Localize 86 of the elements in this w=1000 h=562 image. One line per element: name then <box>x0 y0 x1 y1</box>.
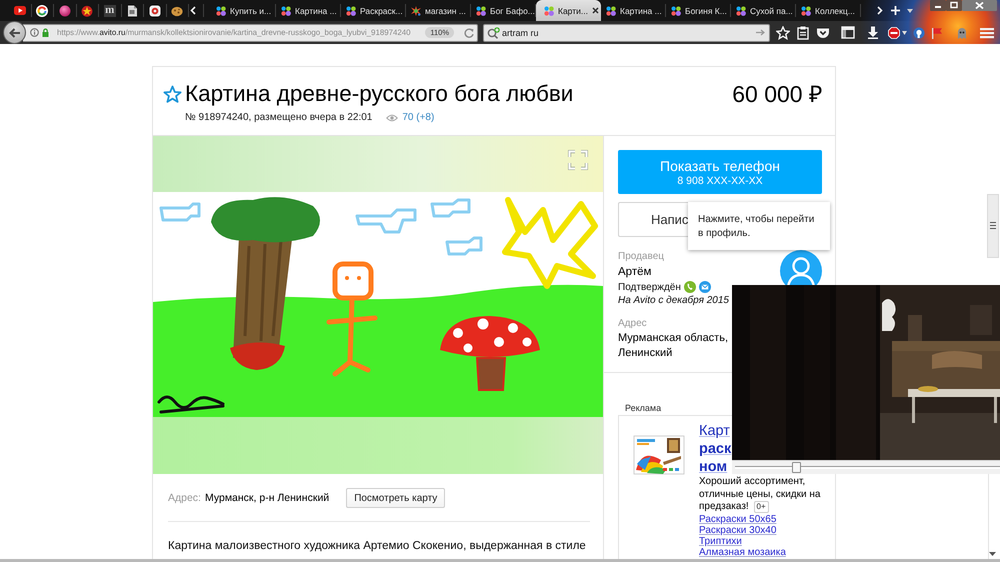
emblem-icon[interactable] <box>81 4 94 16</box>
dots-icon <box>606 6 616 16</box>
cookie-icon[interactable] <box>171 4 184 16</box>
tile-icon[interactable] <box>148 4 161 16</box>
panel-icon[interactable] <box>841 26 855 39</box>
avatar-icon[interactable] <box>780 250 822 285</box>
browser-tab[interactable]: магазин ... <box>406 0 471 21</box>
pocket-icon[interactable] <box>816 26 830 40</box>
ad-link[interactable]: Алмазная мозаика <box>699 547 786 558</box>
price: 60 000 ₽ <box>732 80 822 108</box>
page-icon[interactable] <box>126 4 138 16</box>
verified-text: Подтверждён <box>618 282 681 292</box>
dots-icon <box>544 6 554 16</box>
search-icon <box>487 26 500 38</box>
browser-tab[interactable]: Раскраск... <box>341 0 406 21</box>
description-text: Картина малоизвестного художника Артемио Скокенио, выдержанная в стиле <box>168 539 586 553</box>
seller-name[interactable]: Артём <box>618 264 652 280</box>
seller-address-line: Ленинский <box>618 346 672 361</box>
dots-icon <box>671 6 681 16</box>
dots-icon <box>346 6 356 16</box>
tooltip: Нажмите, чтобы перейти в профиль. <box>688 202 830 250</box>
listing-meta: № 918974240, размещено вчера в 22:01 <box>185 111 372 124</box>
ad-text: Хороший ассортимент, отличные цены, скидки на предзаказ! 0+ <box>699 476 822 514</box>
browser-tab[interactable]: Сухой па... <box>731 0 796 21</box>
keyhole-icon[interactable] <box>913 26 925 38</box>
mail-icon <box>698 281 711 293</box>
dots-icon <box>281 6 291 16</box>
close-icon[interactable] <box>592 7 599 14</box>
seller-label: Продавец <box>618 250 664 264</box>
flag-icon[interactable] <box>931 26 943 38</box>
slider-thumb[interactable] <box>792 462 801 473</box>
stop-sign-icon[interactable] <box>888 26 900 38</box>
caret-down-icon[interactable] <box>907 8 913 12</box>
eye-icon <box>386 114 398 122</box>
star-icon[interactable] <box>163 84 182 104</box>
burst-icon <box>411 6 421 16</box>
dots-icon <box>216 6 226 16</box>
play-icon[interactable] <box>14 6 26 15</box>
address-label: Адрес: <box>168 492 201 504</box>
ad-link[interactable]: Раскраски 50х65 <box>699 514 776 525</box>
seller-address-label: Адрес <box>618 317 647 331</box>
chevron-left-icon[interactable] <box>190 6 196 15</box>
views-link[interactable]: 70 (+8) <box>402 111 434 124</box>
maximize-icon[interactable] <box>946 0 962 11</box>
seller-address-line: Мурманская область, <box>618 331 728 346</box>
plus-icon[interactable] <box>891 6 900 15</box>
browser-tab[interactable]: Купить и... <box>211 0 276 21</box>
search-field[interactable]: artram ru <box>483 24 770 42</box>
dots-icon <box>801 6 811 16</box>
info-icon[interactable] <box>30 28 39 37</box>
ghost-icon[interactable] <box>957 26 967 38</box>
listing-title: Картина древне-русского бога любви <box>185 80 574 108</box>
show-map-button[interactable]: Посмотреть карту <box>346 488 446 508</box>
caret-icon[interactable] <box>902 30 907 34</box>
ad-link[interactable]: Раскраски 30х40 <box>699 524 776 536</box>
chevron-right-icon[interactable] <box>877 6 883 15</box>
ad-title-link[interactable]: Карт раск ном <box>699 422 732 476</box>
seek-slider[interactable] <box>732 460 1000 474</box>
ring-icon[interactable] <box>36 4 48 16</box>
download-icon[interactable] <box>867 26 879 39</box>
phone-icon <box>684 281 696 293</box>
minimize-icon[interactable] <box>930 0 946 11</box>
member-since-text: На Avito с декабря 2015 <box>618 294 729 308</box>
reload-icon[interactable] <box>464 28 474 38</box>
address-value: Мурманск, р-н Ленинский <box>204 492 330 504</box>
search-text: artram ru <box>502 28 539 38</box>
orb-icon[interactable] <box>58 4 71 16</box>
close-icon[interactable] <box>962 0 997 11</box>
browser-tab[interactable]: Богиня К... <box>666 0 731 21</box>
ad-link[interactable]: Триптихи <box>699 536 742 548</box>
browser-tab[interactable]: Коллекц... <box>796 0 861 21</box>
ad-label: Реклама <box>625 402 662 414</box>
browser-tab[interactable]: Бог Бафо... <box>471 0 536 21</box>
scroll-down-icon[interactable] <box>989 552 996 556</box>
menu-icon[interactable] <box>980 26 994 38</box>
letter-favicon[interactable]: m <box>104 4 116 16</box>
lock-icon[interactable] <box>42 28 49 37</box>
back-button[interactable] <box>3 21 26 44</box>
browser-tab[interactable]: Картина ... <box>601 0 666 21</box>
browser-tab[interactable]: Картина ... <box>276 0 341 21</box>
dots-icon <box>476 6 486 16</box>
dots-icon <box>736 6 746 16</box>
clipboard-icon[interactable] <box>797 26 809 40</box>
browser-tab[interactable]: Карти... <box>536 0 601 21</box>
arrow-left-icon <box>8 28 20 38</box>
scrollbar-thumb[interactable] <box>986 194 998 258</box>
